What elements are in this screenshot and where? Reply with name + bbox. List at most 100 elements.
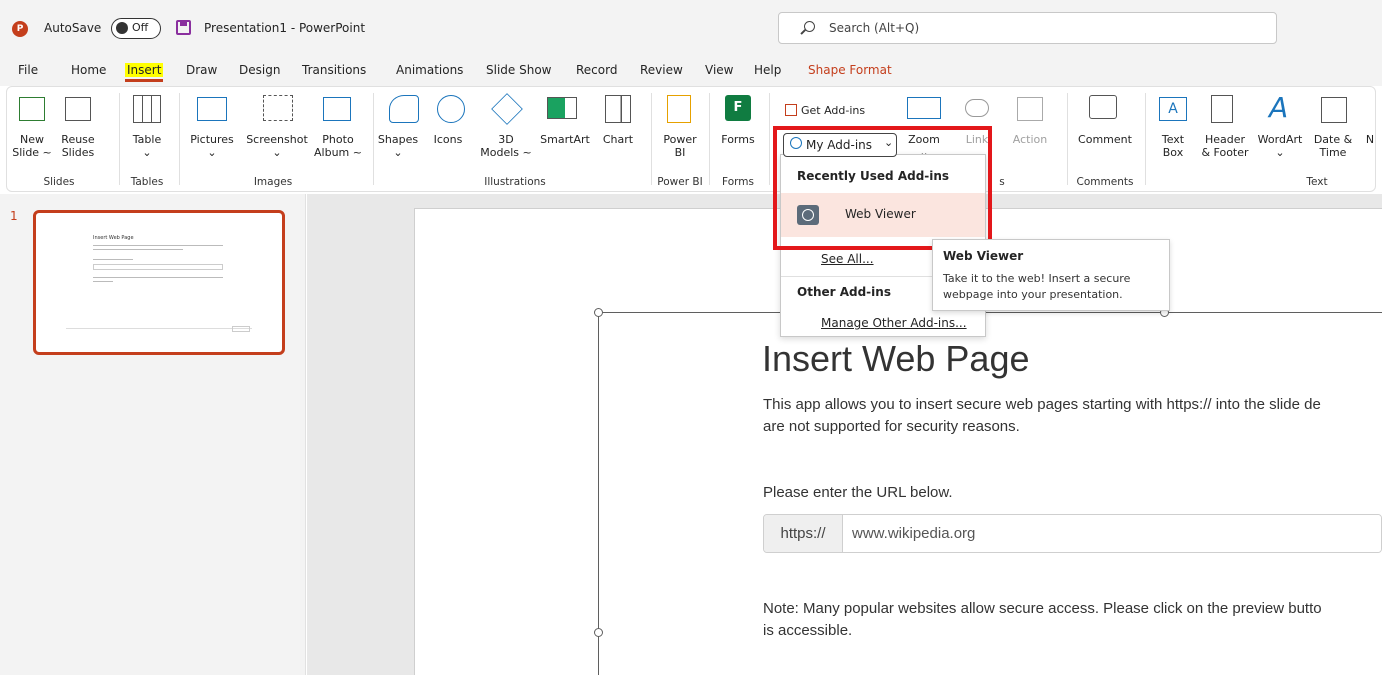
- comment-label: Comment: [1078, 133, 1132, 146]
- 3d-models-button[interactable]: 3D Models ~: [477, 133, 535, 159]
- tab-shape-format[interactable]: Shape Format: [808, 63, 892, 77]
- icons-button[interactable]: Icons: [427, 133, 469, 146]
- photo-album-button[interactable]: Photo Album ~: [313, 133, 363, 159]
- power-bi-button[interactable]: Power BI: [655, 133, 705, 159]
- annotation-highlight-box: [773, 126, 992, 250]
- group-label-illustrations: Illustrations: [484, 176, 546, 188]
- table-icon: [133, 95, 161, 123]
- reuse-slides-icon: [65, 97, 91, 121]
- tab-design[interactable]: Design: [239, 63, 280, 77]
- header-footer-button[interactable]: Header & Footer: [1197, 133, 1253, 159]
- resize-handle[interactable]: [594, 628, 603, 637]
- url-field-group: https://: [763, 514, 1382, 553]
- thumbnail-text-line: [93, 281, 113, 282]
- screenshot-button[interactable]: Screenshot ⌄: [243, 133, 311, 159]
- comment-button[interactable]: Comment: [1073, 133, 1137, 146]
- chevron-down-icon: ⌄: [393, 146, 403, 159]
- thumbnail-footer-line: [66, 328, 252, 329]
- pictures-button[interactable]: Pictures ⌄: [185, 133, 239, 159]
- divider: [1145, 93, 1146, 185]
- text-box-button[interactable]: Text Box: [1155, 133, 1191, 159]
- group-label-slides: Slides: [43, 176, 75, 188]
- autosave-toggle[interactable]: Off: [111, 18, 161, 39]
- tab-transitions[interactable]: Transitions: [302, 63, 366, 77]
- smartart-icon: [547, 97, 577, 119]
- table-label: Table: [132, 133, 162, 146]
- header-footer-icon: [1211, 95, 1233, 123]
- header-footer-label-2: & Footer: [1201, 146, 1249, 159]
- smartart-button[interactable]: SmartArt: [537, 133, 593, 146]
- search-box[interactable]: Search (Alt+Q): [778, 12, 1277, 44]
- zoom-icon: [907, 97, 941, 119]
- new-slide-label: New: [20, 133, 44, 146]
- get-addins-button[interactable]: Get Add-ins: [801, 104, 881, 117]
- chart-button[interactable]: Chart: [595, 133, 641, 146]
- new-slide-button[interactable]: New Slide ~: [7, 133, 57, 159]
- note-line-2: is accessible.: [763, 622, 853, 639]
- tab-help[interactable]: Help: [754, 63, 781, 77]
- screenshot-icon: [263, 95, 293, 121]
- thumbnail-text-line: [93, 277, 223, 278]
- description-line-2: are not supported for security reasons.: [763, 418, 1020, 435]
- note-line-1: Note: Many popular websites allow secure…: [763, 600, 1322, 617]
- slide-thumbnail[interactable]: Insert Web Page: [33, 210, 285, 355]
- date-time-button[interactable]: Date & Time: [1303, 133, 1363, 159]
- note-text: Note: Many popular websites allow secure…: [763, 598, 1382, 642]
- group-label-comments: Comments: [1076, 176, 1134, 188]
- new-slide-label-2: Slide ~: [12, 146, 52, 159]
- screenshot-label: Screenshot: [246, 133, 308, 146]
- divider: [651, 93, 652, 185]
- tab-draw[interactable]: Draw: [186, 63, 217, 77]
- selection-border-left: [598, 312, 599, 675]
- save-icon[interactable]: [176, 20, 191, 35]
- chart-label: Chart: [602, 133, 634, 146]
- action-label: Action: [1012, 133, 1048, 146]
- divider: [769, 93, 770, 185]
- divider: [709, 93, 710, 185]
- wordart-button[interactable]: WordArt ⌄: [1255, 133, 1305, 159]
- ribbon: New Slide ~ Reuse Slides Slides Table ⌄ …: [6, 86, 1376, 192]
- tab-view[interactable]: View: [705, 63, 733, 77]
- tab-home[interactable]: Home: [71, 63, 106, 77]
- 3d-models-label-2: Models ~: [480, 146, 532, 159]
- tab-record[interactable]: Record: [576, 63, 617, 77]
- autosave-state: Off: [132, 21, 149, 34]
- tab-review[interactable]: Review: [640, 63, 683, 77]
- title-bar: P AutoSave Off Presentation1 - PowerPoin…: [0, 0, 1382, 56]
- description-line-1: This app allows you to insert secure web…: [763, 396, 1321, 413]
- icons-label: Icons: [433, 133, 463, 146]
- thumbnail-text-line: [93, 259, 133, 260]
- more-text-button[interactable]: N: [1365, 133, 1375, 146]
- pictures-label: Pictures: [190, 133, 234, 146]
- tab-animations[interactable]: Animations: [396, 63, 463, 77]
- get-addins-label: Get Add-ins: [801, 104, 866, 117]
- chevron-down-icon: ⌄: [272, 146, 282, 159]
- search-placeholder: Search (Alt+Q): [829, 21, 920, 35]
- url-input[interactable]: [844, 515, 1381, 552]
- reuse-label: Reuse: [61, 133, 95, 146]
- tab-insert[interactable]: Insert: [125, 63, 164, 82]
- tab-slide-show[interactable]: Slide Show: [486, 63, 551, 77]
- action-icon: [1017, 97, 1043, 121]
- resize-handle[interactable]: [594, 308, 603, 317]
- 3d-models-label: 3D: [498, 133, 514, 146]
- see-all-link[interactable]: See All...: [821, 252, 874, 266]
- page-title: Insert Web Page: [762, 338, 1030, 379]
- group-label-tables: Tables: [130, 176, 164, 188]
- reuse-slides-button[interactable]: Reuse Slides: [55, 133, 101, 159]
- tab-file[interactable]: File: [18, 63, 38, 77]
- group-label-links: s: [999, 176, 1005, 188]
- forms-button[interactable]: Forms: [715, 133, 761, 146]
- description-text: This app allows you to insert secure web…: [763, 394, 1382, 438]
- date-time-icon: [1321, 97, 1347, 123]
- powerpoint-logo-icon: P: [12, 21, 28, 37]
- manage-addins-link[interactable]: Manage Other Add-ins...: [821, 316, 967, 330]
- forms-icon: F: [725, 95, 751, 121]
- selection-border-top: [598, 312, 1382, 313]
- action-button[interactable]: Action: [1007, 133, 1053, 146]
- shapes-button[interactable]: Shapes ⌄: [375, 133, 421, 159]
- chart-icon: [605, 95, 631, 123]
- thumbnail-text-line: [93, 245, 223, 246]
- header-footer-label: Header: [1204, 133, 1246, 146]
- table-button[interactable]: Table ⌄: [121, 133, 173, 159]
